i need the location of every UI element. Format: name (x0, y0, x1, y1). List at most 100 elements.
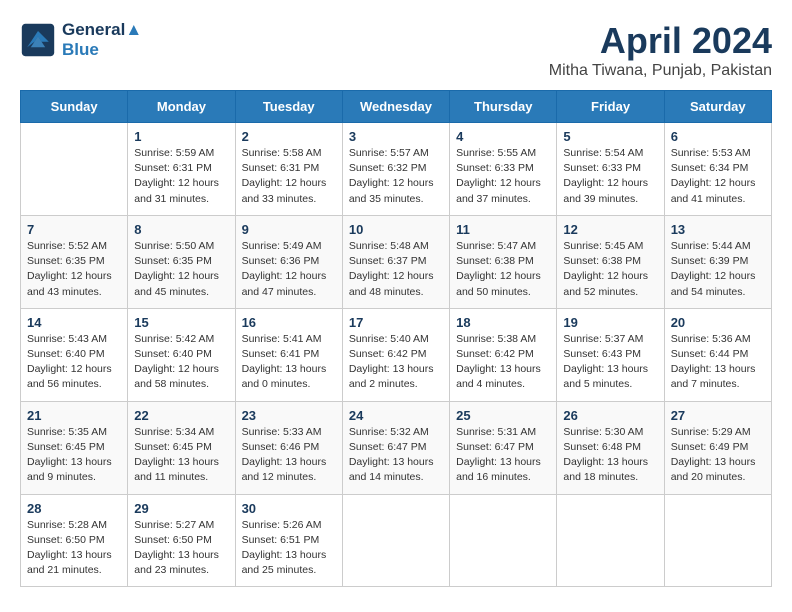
day-number: 14 (27, 315, 121, 330)
calendar-cell: 3Sunrise: 5:57 AM Sunset: 6:32 PM Daylig… (342, 123, 449, 216)
day-number: 13 (671, 222, 765, 237)
calendar-week-row: 28 Sunrise: 5:28 AM Sunset: 6:50 PM Dayli… (21, 494, 772, 587)
calendar-cell: 19 Sunrise: 5:37 AM Sunset: 6:43 PM Dayli… (557, 308, 664, 401)
page-header: General▲ Blue April 2024 Mitha Tiwana, P… (20, 20, 772, 80)
day-number: 16 (242, 315, 336, 330)
subtitle: Mitha Tiwana, Punjab, Pakistan (549, 62, 772, 80)
calendar-week-row: 1 Sunrise: 5:59 AM Sunset: 6:31 PM Daylig… (21, 123, 772, 216)
day-number: 24 (349, 408, 443, 423)
day-info: Sunrise: 5:55 AM Sunset: 6:33 PM Dayligh… (456, 146, 550, 207)
calendar-cell: 15Sunrise: 5:42 AM Sunset: 6:40 PM Dayli… (128, 308, 235, 401)
day-info: Sunrise: 5:38 AM Sunset: 6:42 PM Dayligh… (456, 332, 550, 393)
day-number: 15 (134, 315, 228, 330)
day-info: Sunrise: 5:37 AM Sunset: 6:43 PM Dayligh… (563, 332, 657, 393)
calendar-cell: 4 Sunrise: 5:55 AM Sunset: 6:33 PM Daylig… (450, 123, 557, 216)
calendar-cell: 14 Sunrise: 5:43 AM Sunset: 6:40 PM Dayli… (21, 308, 128, 401)
day-info: Sunrise: 5:54 AM Sunset: 6:33 PM Dayligh… (563, 146, 657, 207)
calendar-table: Sunday Monday Tuesday Wednesday Thursday… (20, 90, 772, 587)
calendar-cell (450, 494, 557, 587)
calendar-cell (557, 494, 664, 587)
day-number: 21 (27, 408, 121, 423)
logo: General▲ Blue (20, 20, 142, 60)
calendar-cell: 1 Sunrise: 5:59 AM Sunset: 6:31 PM Daylig… (128, 123, 235, 216)
calendar-week-row: 14 Sunrise: 5:43 AM Sunset: 6:40 PM Dayli… (21, 308, 772, 401)
day-number: 6 (671, 129, 765, 144)
day-info: Sunrise: 5:47 AM Sunset: 6:38 PM Dayligh… (456, 239, 550, 300)
logo-text: General▲ Blue (62, 20, 142, 60)
day-number: 8 (134, 222, 228, 237)
day-info: Sunrise: 5:41 AM Sunset: 6:41 PM Dayligh… (242, 332, 336, 393)
calendar-cell: 9 Sunrise: 5:49 AM Sunset: 6:36 PM Daylig… (235, 215, 342, 308)
day-number: 9 (242, 222, 336, 237)
day-number: 23 (242, 408, 336, 423)
day-info: Sunrise: 5:58 AM Sunset: 6:31 PM Dayligh… (242, 146, 336, 207)
day-info: Sunrise: 5:43 AM Sunset: 6:40 PM Dayligh… (27, 332, 121, 393)
calendar-cell: 24 Sunrise: 5:32 AM Sunset: 6:47 PM Dayli… (342, 401, 449, 494)
calendar-cell: 5 Sunrise: 5:54 AM Sunset: 6:33 PM Daylig… (557, 123, 664, 216)
header-tuesday: Tuesday (235, 91, 342, 123)
header-friday: Friday (557, 91, 664, 123)
calendar-cell: 11Sunrise: 5:47 AM Sunset: 6:38 PM Dayli… (450, 215, 557, 308)
calendar-cell: 8Sunrise: 5:50 AM Sunset: 6:35 PM Daylig… (128, 215, 235, 308)
day-number: 7 (27, 222, 121, 237)
title-block: April 2024 Mitha Tiwana, Punjab, Pakista… (549, 20, 772, 80)
day-number: 5 (563, 129, 657, 144)
day-info: Sunrise: 5:27 AM Sunset: 6:50 PM Dayligh… (134, 518, 228, 579)
calendar-cell: 20Sunrise: 5:36 AM Sunset: 6:44 PM Dayli… (664, 308, 771, 401)
day-info: Sunrise: 5:40 AM Sunset: 6:42 PM Dayligh… (349, 332, 443, 393)
day-info: Sunrise: 5:29 AM Sunset: 6:49 PM Dayligh… (671, 425, 765, 486)
day-info: Sunrise: 5:57 AM Sunset: 6:32 PM Dayligh… (349, 146, 443, 207)
day-number: 12 (563, 222, 657, 237)
calendar-header-row: Sunday Monday Tuesday Wednesday Thursday… (21, 91, 772, 123)
header-thursday: Thursday (450, 91, 557, 123)
calendar-cell: 30Sunrise: 5:26 AM Sunset: 6:51 PM Dayli… (235, 494, 342, 587)
day-number: 4 (456, 129, 550, 144)
calendar-week-row: 7 Sunrise: 5:52 AM Sunset: 6:35 PM Daylig… (21, 215, 772, 308)
calendar-cell (664, 494, 771, 587)
day-number: 1 (134, 129, 228, 144)
header-saturday: Saturday (664, 91, 771, 123)
header-monday: Monday (128, 91, 235, 123)
calendar-cell: 25Sunrise: 5:31 AM Sunset: 6:47 PM Dayli… (450, 401, 557, 494)
day-number: 2 (242, 129, 336, 144)
day-info: Sunrise: 5:59 AM Sunset: 6:31 PM Dayligh… (134, 146, 228, 207)
day-info: Sunrise: 5:32 AM Sunset: 6:47 PM Dayligh… (349, 425, 443, 486)
calendar-week-row: 21 Sunrise: 5:35 AM Sunset: 6:45 PM Dayli… (21, 401, 772, 494)
day-number: 17 (349, 315, 443, 330)
calendar-cell: 26 Sunrise: 5:30 AM Sunset: 6:48 PM Dayli… (557, 401, 664, 494)
day-number: 19 (563, 315, 657, 330)
calendar-cell: 22 Sunrise: 5:34 AM Sunset: 6:45 PM Dayli… (128, 401, 235, 494)
calendar-cell: 13 Sunrise: 5:44 AM Sunset: 6:39 PM Dayli… (664, 215, 771, 308)
day-number: 28 (27, 501, 121, 516)
day-info: Sunrise: 5:30 AM Sunset: 6:48 PM Dayligh… (563, 425, 657, 486)
calendar-cell (21, 123, 128, 216)
day-number: 18 (456, 315, 550, 330)
day-info: Sunrise: 5:49 AM Sunset: 6:36 PM Dayligh… (242, 239, 336, 300)
calendar-cell: 27Sunrise: 5:29 AM Sunset: 6:49 PM Dayli… (664, 401, 771, 494)
day-info: Sunrise: 5:28 AM Sunset: 6:50 PM Dayligh… (27, 518, 121, 579)
calendar-cell (342, 494, 449, 587)
day-info: Sunrise: 5:44 AM Sunset: 6:39 PM Dayligh… (671, 239, 765, 300)
calendar-cell: 12 Sunrise: 5:45 AM Sunset: 6:38 PM Dayli… (557, 215, 664, 308)
calendar-cell: 7 Sunrise: 5:52 AM Sunset: 6:35 PM Daylig… (21, 215, 128, 308)
logo-icon (20, 22, 56, 58)
calendar-cell: 2 Sunrise: 5:58 AM Sunset: 6:31 PM Daylig… (235, 123, 342, 216)
day-number: 20 (671, 315, 765, 330)
day-info: Sunrise: 5:34 AM Sunset: 6:45 PM Dayligh… (134, 425, 228, 486)
day-info: Sunrise: 5:35 AM Sunset: 6:45 PM Dayligh… (27, 425, 121, 486)
calendar-cell: 21 Sunrise: 5:35 AM Sunset: 6:45 PM Dayli… (21, 401, 128, 494)
header-sunday: Sunday (21, 91, 128, 123)
calendar-cell: 28 Sunrise: 5:28 AM Sunset: 6:50 PM Dayli… (21, 494, 128, 587)
day-number: 29 (134, 501, 228, 516)
calendar-cell: 10Sunrise: 5:48 AM Sunset: 6:37 PM Dayli… (342, 215, 449, 308)
day-number: 26 (563, 408, 657, 423)
day-info: Sunrise: 5:45 AM Sunset: 6:38 PM Dayligh… (563, 239, 657, 300)
day-info: Sunrise: 5:53 AM Sunset: 6:34 PM Dayligh… (671, 146, 765, 207)
day-info: Sunrise: 5:52 AM Sunset: 6:35 PM Dayligh… (27, 239, 121, 300)
day-info: Sunrise: 5:33 AM Sunset: 6:46 PM Dayligh… (242, 425, 336, 486)
main-title: April 2024 (549, 20, 772, 62)
calendar-cell: 16 Sunrise: 5:41 AM Sunset: 6:41 PM Dayli… (235, 308, 342, 401)
day-number: 10 (349, 222, 443, 237)
calendar-cell: 17 Sunrise: 5:40 AM Sunset: 6:42 PM Dayli… (342, 308, 449, 401)
day-number: 22 (134, 408, 228, 423)
